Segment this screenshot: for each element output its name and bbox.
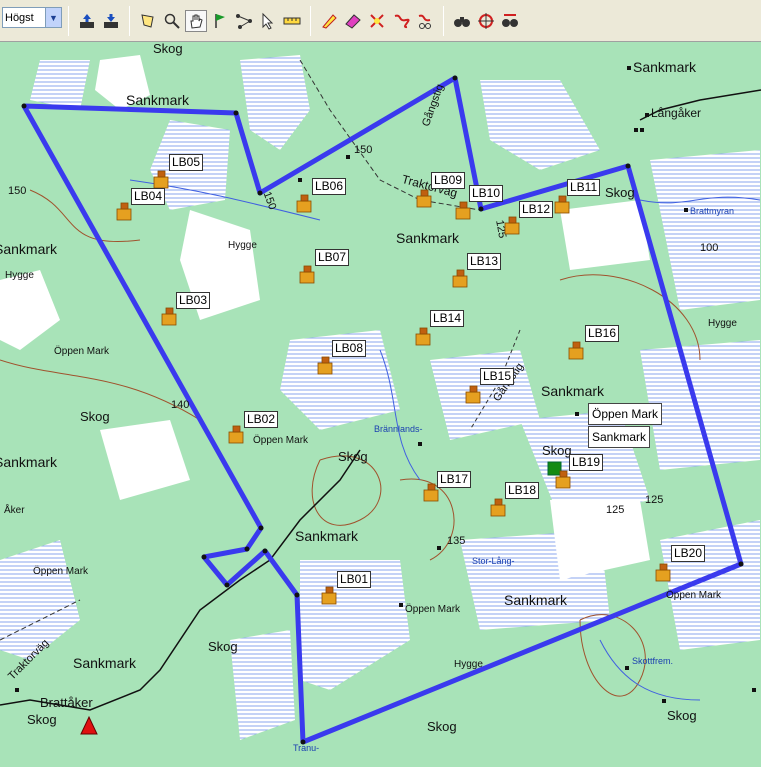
waypoint-label-lb07[interactable]: LB07 xyxy=(315,249,350,266)
pan-hand-icon[interactable] xyxy=(185,9,207,32)
map-label: 100 xyxy=(700,242,719,254)
map-label: Brattmyran xyxy=(690,206,735,216)
toolbar-separator xyxy=(129,5,130,36)
tooltip-line: Öppen Mark xyxy=(592,407,659,421)
map-label: Skog xyxy=(338,449,368,464)
measure-icon[interactable] xyxy=(281,10,303,32)
map-label: Sankmark xyxy=(396,230,460,246)
toolbar-separator xyxy=(443,5,444,36)
waypoint-label-lb13[interactable]: LB13 xyxy=(467,253,502,270)
map-label: Hygge xyxy=(708,318,737,329)
map-label: Skog xyxy=(667,708,697,723)
route-icon[interactable] xyxy=(233,10,255,32)
map-label: Hygge xyxy=(5,270,34,281)
map-label: Öppen Mark xyxy=(33,566,89,577)
map-application: Högst ▼ Skog Sankmark Sankmark Långåker … xyxy=(0,0,761,767)
zoom-icon[interactable] xyxy=(161,10,183,32)
map-label: Sankmark xyxy=(73,655,137,671)
map-tooltip: Öppen Mark xyxy=(588,403,663,425)
waypoint-label-lb16[interactable]: LB16 xyxy=(585,325,620,342)
map-label: 135 xyxy=(447,535,466,547)
map-label: Öppen Mark xyxy=(666,590,722,601)
map-label: 150 xyxy=(354,144,373,156)
open-area xyxy=(560,200,650,270)
gps-download-icon[interactable] xyxy=(100,10,122,32)
waypoint-label-lb17[interactable]: LB17 xyxy=(437,471,472,488)
map-label: Öppen Mark xyxy=(253,435,309,446)
waypoint-label-lb18[interactable]: LB18 xyxy=(505,482,540,499)
toolbar-separator xyxy=(68,5,69,36)
waypoint-flag-icon[interactable] xyxy=(209,10,231,32)
waypoint-label-lb03[interactable]: LB03 xyxy=(176,292,211,309)
map-label: Långåker xyxy=(651,106,702,120)
map-label: Skog xyxy=(80,409,110,424)
map-label: Sankmark xyxy=(0,241,58,257)
map-label: Öppen Mark xyxy=(405,604,461,615)
waypoint-label-lb04[interactable]: LB04 xyxy=(131,188,166,205)
gps-upload-icon[interactable] xyxy=(76,10,98,32)
map-label: 125 xyxy=(645,494,664,506)
waypoint-label-lb19[interactable]: LB19 xyxy=(569,454,604,471)
map-label: Skog xyxy=(542,443,572,458)
map-label: Skog xyxy=(605,185,635,200)
map-label: Åker xyxy=(4,505,25,516)
find-route-icon[interactable] xyxy=(499,10,521,32)
green-square-marker[interactable] xyxy=(547,461,562,476)
find-icon[interactable] xyxy=(451,10,473,32)
waypoint-label-lb05[interactable]: LB05 xyxy=(169,154,204,171)
map-label: Hygge xyxy=(228,240,257,251)
map-label: Skottfrem. xyxy=(632,656,674,666)
map-label: Sankmark xyxy=(633,59,697,75)
map-label: Skog xyxy=(27,712,57,727)
waypoint-label-lb02[interactable]: LB02 xyxy=(244,411,279,428)
map-label: Sankmark xyxy=(541,383,605,399)
map-label: 150 xyxy=(8,185,27,197)
find-near-icon[interactable] xyxy=(475,10,497,32)
map-label: Sankmark xyxy=(0,454,58,470)
route-cut-icon[interactable] xyxy=(414,10,436,32)
map-label: 125 xyxy=(606,504,625,516)
map-label: Öppen Mark xyxy=(54,346,110,357)
waypoint-label-lb15[interactable]: LB15 xyxy=(480,368,515,385)
waypoint-label-lb01[interactable]: LB01 xyxy=(337,571,372,588)
map-label: Brännlands- xyxy=(374,424,423,434)
map-canvas[interactable]: Skog Sankmark Sankmark Långåker Gångstig… xyxy=(0,42,761,767)
select-area-icon[interactable] xyxy=(137,10,159,32)
waypoint-label-lb10[interactable]: LB10 xyxy=(469,185,504,202)
waypoint-label-lb14[interactable]: LB14 xyxy=(430,310,465,327)
map-label: Tranu- xyxy=(293,743,320,753)
draw-icon[interactable] xyxy=(318,10,340,32)
chevron-down-icon[interactable]: ▼ xyxy=(45,8,61,27)
map-label: 140 xyxy=(171,399,190,411)
quality-dropdown[interactable]: Högst ▼ xyxy=(2,7,62,28)
route-edit-icon[interactable] xyxy=(390,10,412,32)
map-label: Sankmark xyxy=(295,528,359,544)
map-label: Skog xyxy=(153,42,183,56)
map-label: Skog xyxy=(208,639,238,654)
marsh-area xyxy=(230,630,295,740)
map-label: Skog xyxy=(427,719,457,734)
map-label: Hygge xyxy=(454,659,483,670)
quality-value: Högst xyxy=(5,11,34,24)
waypoint-label-lb08[interactable]: LB08 xyxy=(332,340,367,357)
map-label: Stor-Lång- xyxy=(472,556,515,566)
pointer-icon[interactable] xyxy=(257,10,279,32)
toolbar-separator xyxy=(310,5,311,36)
waypoint-label-lb20[interactable]: LB20 xyxy=(671,545,706,562)
map-label: Sankmark xyxy=(126,92,190,108)
waypoint-label-lb09[interactable]: LB09 xyxy=(431,172,466,189)
toolbar: Högst ▼ xyxy=(0,0,761,42)
waypoint-label-lb12[interactable]: LB12 xyxy=(519,201,554,218)
tooltip-line: Sankmark xyxy=(592,430,647,444)
map-tooltip: Sankmark xyxy=(588,426,651,448)
waypoint-label-lb11[interactable]: LB11 xyxy=(567,179,601,196)
eraser-icon[interactable] xyxy=(342,10,364,32)
map-label: Brattåker xyxy=(40,695,93,710)
waypoint-label-lb06[interactable]: LB06 xyxy=(312,178,347,195)
map-label: Sankmark xyxy=(504,592,568,608)
track-edit-icon[interactable] xyxy=(366,10,388,32)
